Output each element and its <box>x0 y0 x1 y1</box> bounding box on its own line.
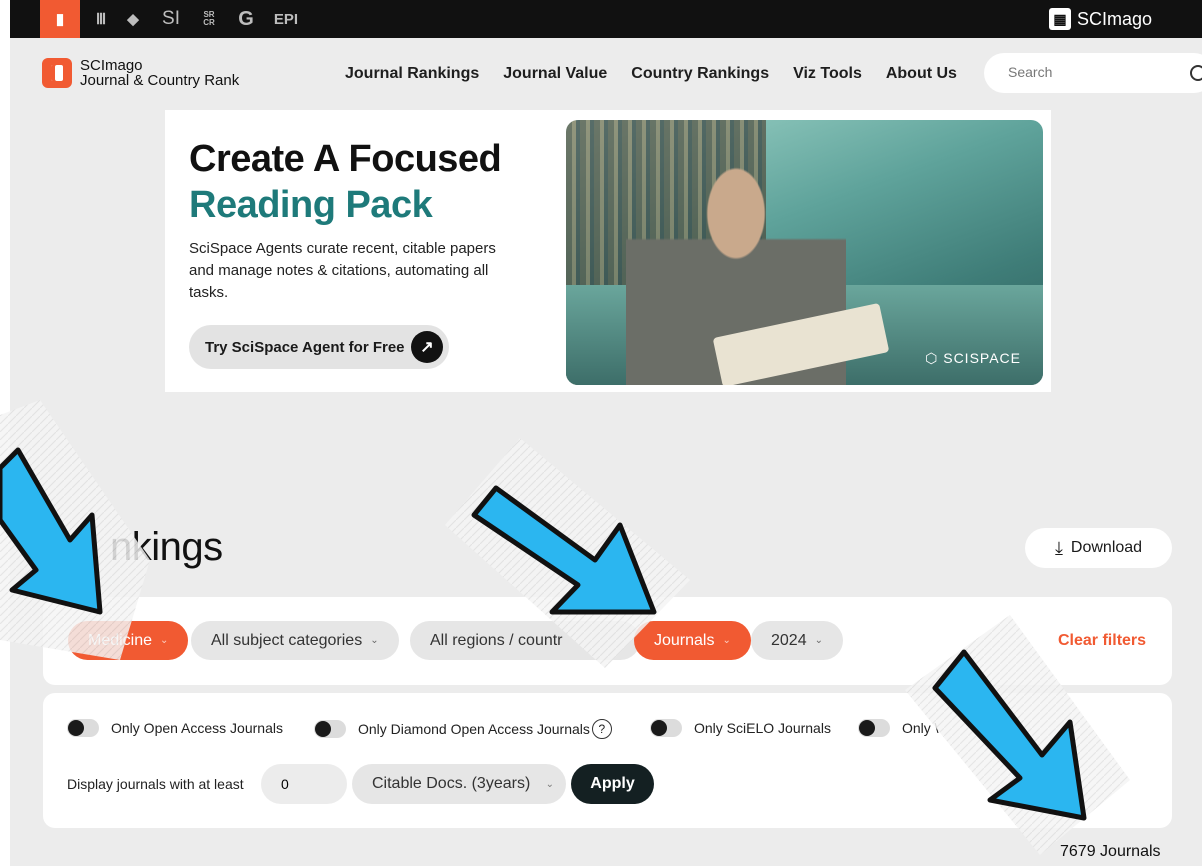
diamond-open-access-label: Only Diamond Open Access Journals <box>358 721 590 737</box>
open-access-label: Only Open Access Journals <box>111 720 283 736</box>
download-icon: ⤓ <box>1054 537 1063 558</box>
region-filter-chip[interactable]: All regions / countr <box>410 621 640 660</box>
site-header: SCImago Journal & Country Rank Journal R… <box>10 38 1202 110</box>
journal-count: 7679 Journals <box>1060 843 1161 860</box>
shield-app-icon[interactable]: ◆ <box>120 0 146 38</box>
search-box <box>984 53 1202 93</box>
nav-journal-rankings[interactable]: Journal Rankings <box>345 65 479 83</box>
page-title: nkings <box>110 525 223 569</box>
left-edge <box>0 0 10 866</box>
logo-book-icon <box>42 58 72 88</box>
ad-headline-line-2: Reading Pack <box>189 184 433 226</box>
area-filter-label: Medicine <box>88 631 153 649</box>
toggle-switch[interactable] <box>650 719 682 737</box>
clear-filters-link[interactable]: Clear filters <box>1058 632 1146 650</box>
min-threshold-label: Display journals with at least <box>67 776 244 792</box>
logo-line-1: SCImago <box>80 57 143 74</box>
chevron-down-icon: ⌄ <box>722 635 731 646</box>
chevron-down-icon: ⌄ <box>814 635 823 646</box>
search-icon[interactable] <box>1190 65 1202 81</box>
top-app-bar: ▮ Ⅲ ◆ SI SR CR G EPI ▦ SCImago <box>10 0 1202 38</box>
only-other-toggle[interactable]: Only \ <box>858 719 939 737</box>
scimago-logo-icon: ▦ <box>1048 8 1071 30</box>
open-access-toggle[interactable]: Only Open Access Journals <box>67 719 283 737</box>
min-threshold-input[interactable] <box>261 764 347 804</box>
download-label: Download <box>1070 539 1143 556</box>
region-filter-label: All regions / countr <box>430 631 563 649</box>
main-nav: Journal Rankings Journal Value Country R… <box>345 38 957 110</box>
logo-line-2: Journal & Country Rank <box>80 72 240 89</box>
scimago-brand[interactable]: ▦ SCImago <box>1048 0 1152 38</box>
epi-app-icon[interactable]: EPI <box>266 0 306 38</box>
toggle-switch[interactable] <box>858 719 890 737</box>
ad-image: ⬡ SCISPACE <box>566 120 1043 385</box>
ad-headline-line-1: Create A Focused <box>189 138 502 180</box>
g-app-icon[interactable]: G <box>232 0 260 38</box>
download-button[interactable]: ⤓ Download <box>1025 528 1172 568</box>
filters-panel: Medicine ⌄ All subject categories ⌄ All re… <box>43 597 1172 685</box>
only-other-label: Only \ <box>902 720 939 736</box>
year-filter-label: 2024 <box>771 631 807 649</box>
chevron-down-icon: ⌄ <box>160 635 169 646</box>
ad-body: SciSpace Agents curate recent, citable p… <box>189 240 496 301</box>
toggle-switch[interactable] <box>67 719 99 737</box>
category-filter-label: All subject categories <box>211 631 363 649</box>
si-app-icon[interactable]: SI <box>156 0 186 38</box>
metric-select-label: Citable Docs. (3years) <box>372 775 531 792</box>
diamond-open-access-toggle[interactable]: Only Diamond Open Access Journals ? <box>314 719 612 739</box>
arrow-up-right-icon: ↗ <box>411 331 443 363</box>
ad-cta-button[interactable]: Try SciSpace Agent for Free ↗ <box>189 325 449 369</box>
year-filter-chip[interactable]: 2024 ⌄ <box>751 621 843 660</box>
scielo-toggle[interactable]: Only SciELO Journals <box>650 719 831 737</box>
institutions-app-icon[interactable]: Ⅲ <box>86 0 116 38</box>
ad-headline: Create A Focused Reading Pack <box>189 136 502 228</box>
scimago-brand-label: SCImago <box>1076 8 1152 29</box>
options-panel: Only Open Access Journals Only Diamond O… <box>43 693 1172 828</box>
nav-country-rankings[interactable]: Country Rankings <box>631 65 769 83</box>
ad-cta-label: Try SciSpace Agent for Free <box>205 338 405 356</box>
ad-image-brand-label: SCISPACE <box>943 350 1021 366</box>
sjr-app-icon[interactable]: ▮ <box>40 0 80 38</box>
srcr-app-icon[interactable]: SR CR <box>196 0 222 38</box>
type-filter-label: Journals <box>654 631 715 649</box>
metric-select[interactable]: Citable Docs. (3years) ⌄ <box>352 764 566 804</box>
category-filter-chip[interactable]: All subject categories ⌄ <box>191 621 399 660</box>
search-input[interactable] <box>1006 63 1160 81</box>
apply-button[interactable]: Apply <box>571 764 654 804</box>
type-filter-chip[interactable]: Journals ⌄ <box>634 621 751 660</box>
nav-about-us[interactable]: About Us <box>886 65 957 83</box>
ad-banner[interactable]: Create A Focused Reading Pack SciSpace A… <box>165 110 1051 392</box>
scielo-label: Only SciELO Journals <box>694 720 831 736</box>
ad-image-brand: ⬡ SCISPACE <box>925 350 1021 366</box>
nav-viz-tools[interactable]: Viz Tools <box>793 65 862 83</box>
site-logo[interactable]: SCImago Journal & Country Rank <box>42 58 239 88</box>
help-icon[interactable]: ? <box>591 719 612 739</box>
toggle-switch[interactable] <box>314 720 346 738</box>
chevron-down-icon: ⌄ <box>545 778 554 790</box>
chevron-down-icon: ⌄ <box>370 635 379 646</box>
area-filter-chip[interactable]: Medicine ⌄ <box>68 621 189 660</box>
nav-journal-value[interactable]: Journal Value <box>503 65 607 83</box>
